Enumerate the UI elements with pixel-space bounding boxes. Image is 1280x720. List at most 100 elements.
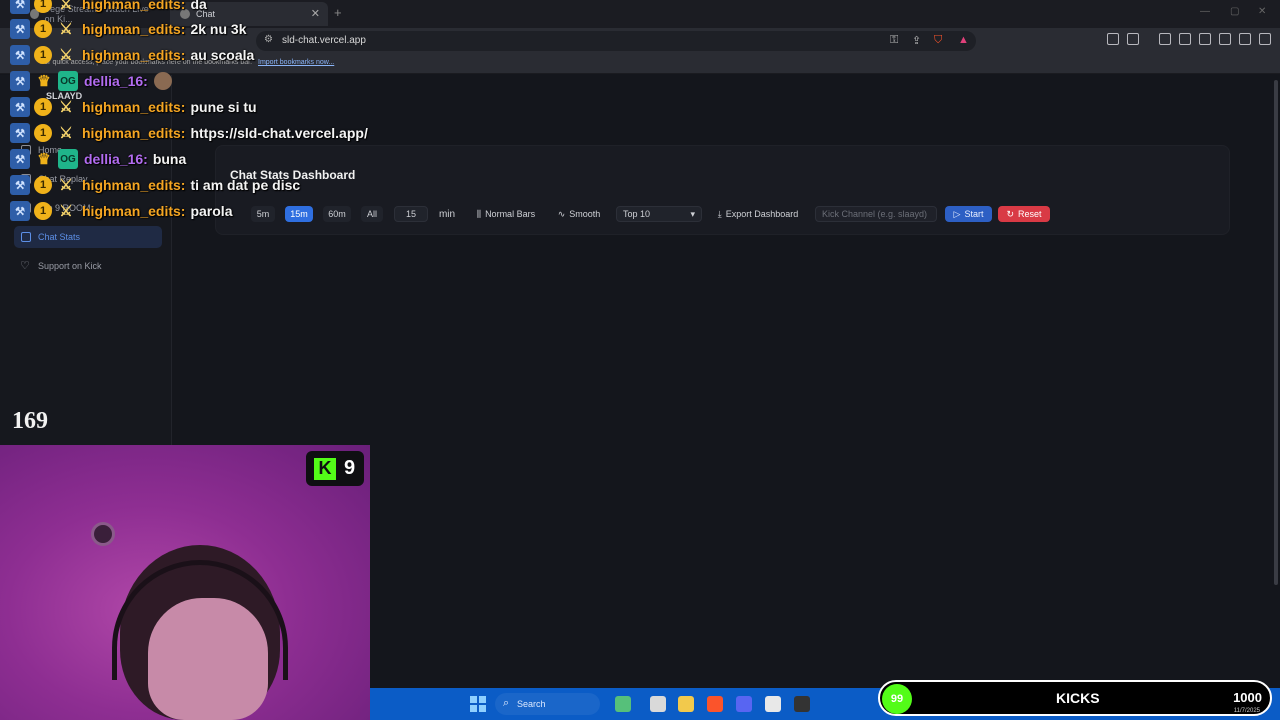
chat-username: highman_edits:	[82, 177, 186, 193]
share-icon[interactable]: ⇪	[912, 34, 921, 47]
new-tab-icon[interactable]: +	[334, 5, 342, 20]
viewer-count: 169	[12, 408, 48, 434]
chat-text: parola	[190, 203, 233, 219]
button-label: Reset	[1018, 209, 1042, 219]
export-dashboard-button[interactable]: ⤓ Export Dashboard	[712, 206, 804, 222]
bars-icon: ⫼	[476, 208, 482, 219]
chat-text: buna	[152, 151, 187, 167]
goal-target: 1000	[1233, 690, 1262, 705]
og-icon: OG	[58, 71, 78, 91]
interval-input[interactable]: 15	[394, 206, 428, 222]
chat-message: ⚒ ♛ OG dellia_16:	[10, 70, 172, 92]
range-5m-button[interactable]: 5m	[251, 206, 275, 222]
page-scrollbar[interactable]	[1274, 80, 1278, 585]
sub-badge: 1	[34, 124, 52, 142]
sword-icon: ⚔	[59, 125, 73, 142]
kick-logo-icon: K	[314, 457, 336, 480]
ceiling-lamp	[91, 522, 115, 546]
kick-channel-input[interactable]: Kick Channel (e.g. slaayd)	[815, 206, 937, 222]
url-bar[interactable]: ⚙ sld-chat.vercel.app ⚿ ⇪ ⛉ ▲	[256, 31, 976, 51]
moderator-hammer-icon: ⚒	[10, 97, 30, 117]
sword-icon: ⚔	[59, 99, 73, 116]
kicks-goal-bar: 99 KICKS 1000 11/7/2025	[878, 680, 1272, 716]
brave-shield-icon[interactable]: ⛉	[934, 34, 942, 47]
close-window-icon[interactable]: ✕	[1258, 6, 1266, 17]
brave-browser-icon[interactable]	[707, 696, 723, 712]
sword-icon: ⚔	[59, 0, 73, 13]
toggle-label: Smooth	[569, 209, 601, 219]
obs-icon[interactable]	[794, 696, 810, 712]
chat-text: 2k nu 3k	[190, 21, 247, 37]
moderator-hammer-icon: ⚒	[10, 19, 30, 39]
discord-icon[interactable]	[736, 696, 752, 712]
goal-label: KICKS	[1056, 690, 1100, 706]
chat-message: ⚒ 1 ⚔ highman_edits: pune si tu	[10, 96, 257, 118]
normal-bars-toggle[interactable]: ⫼ Normal Bars	[470, 206, 542, 222]
app-icon[interactable]	[765, 696, 781, 712]
sub-badge: 1	[34, 202, 52, 220]
sidebar-item-support[interactable]: ♡ Support on Kick	[14, 255, 162, 277]
chat-username: dellia_16:	[84, 151, 148, 167]
reset-icon: ↻	[1006, 208, 1015, 219]
media-icon[interactable]	[1159, 33, 1171, 45]
chat-text: ti am dat pe disc	[190, 177, 301, 193]
windows-start-icon[interactable]	[470, 696, 486, 712]
key-icon[interactable]: ⚿	[890, 34, 898, 47]
sub-badge: 1	[34, 98, 52, 116]
screenshot-icon[interactable]	[1199, 33, 1211, 45]
select-value: Top 10	[623, 209, 651, 219]
chat-text: pune si tu	[190, 99, 257, 115]
smooth-icon: ∿	[557, 208, 566, 219]
top-n-select[interactable]: Top 10 ▾	[616, 206, 702, 222]
og-icon: OG	[58, 149, 78, 169]
chat-stats-card: Chat Stats Dashboard 5m 15m 60m All 15 m…	[215, 145, 1230, 235]
wallet-icon[interactable]	[1127, 33, 1139, 45]
sword-icon: ⚔	[59, 177, 73, 194]
chat-message: ⚒ 1 ⚔ highman_edits: parola	[10, 200, 232, 222]
crown-icon: ♛	[37, 151, 51, 168]
moderator-hammer-icon: ⚒	[10, 45, 30, 65]
maximize-icon[interactable]: ▢	[1230, 6, 1239, 17]
play-icon: ▷	[953, 208, 961, 219]
range-all-button[interactable]: All	[361, 206, 383, 222]
chat-username: highman_edits:	[82, 0, 186, 12]
sidebar-item-chat-stats[interactable]: Chat Stats	[14, 226, 162, 248]
extensions-icon[interactable]	[1107, 33, 1119, 45]
sword-icon: ⚔	[59, 203, 73, 220]
chat-message: ⚒ 1 ⚔ highman_edits: https://sld-chat.ve…	[10, 122, 368, 144]
chat-text: au scoala	[190, 47, 255, 63]
start-button[interactable]: ▷ Start	[945, 206, 992, 222]
chat-username: highman_edits:	[82, 203, 186, 219]
chat-message: ⚒ 1 ⚔ highman_edits: ti am dat pe disc	[10, 174, 300, 196]
chat-text: da	[190, 0, 207, 12]
sidebar-toggle-icon[interactable]	[1179, 33, 1191, 45]
reset-button[interactable]: ↻ Reset	[998, 206, 1050, 222]
sword-icon: ⚔	[59, 47, 73, 64]
smooth-toggle[interactable]: ∿ Smooth	[554, 206, 604, 222]
file-explorer-icon[interactable]	[678, 696, 694, 712]
app-icon[interactable]	[615, 696, 631, 712]
range-60m-button[interactable]: 60m	[323, 206, 351, 222]
import-bookmarks-link[interactable]: Import bookmarks now...	[258, 59, 334, 66]
chat-username: highman_edits:	[82, 99, 186, 115]
range-15m-button[interactable]: 15m	[285, 206, 313, 222]
taskbar-search[interactable]: ⌕ Search	[495, 693, 600, 715]
close-tab-icon[interactable]: ✕	[311, 7, 320, 20]
sub-badge: 1	[34, 176, 52, 194]
chat-username: highman_edits:	[82, 21, 186, 37]
sub-badge: 1	[34, 0, 52, 13]
minimize-icon[interactable]: —	[1200, 6, 1210, 17]
menu-icon[interactable]	[1259, 33, 1271, 45]
search-label: Search	[517, 699, 546, 709]
leo-ai-icon[interactable]	[1219, 33, 1231, 45]
chat-message: ⚒ 1 ⚔ highman_edits: 2k nu 3k	[10, 18, 247, 40]
kick-count-badge: K 9	[306, 451, 364, 486]
task-view-icon[interactable]	[650, 696, 666, 712]
rewards-icon[interactable]: ▲	[958, 34, 969, 46]
moderator-hammer-icon: ⚒	[10, 149, 30, 169]
site-info-icon[interactable]: ⚙	[264, 34, 273, 45]
interval-unit-label: min	[438, 208, 456, 220]
chat-username: highman_edits:	[82, 125, 186, 141]
download-icon: ⤓	[717, 208, 722, 219]
vpn-icon[interactable]	[1239, 33, 1251, 45]
